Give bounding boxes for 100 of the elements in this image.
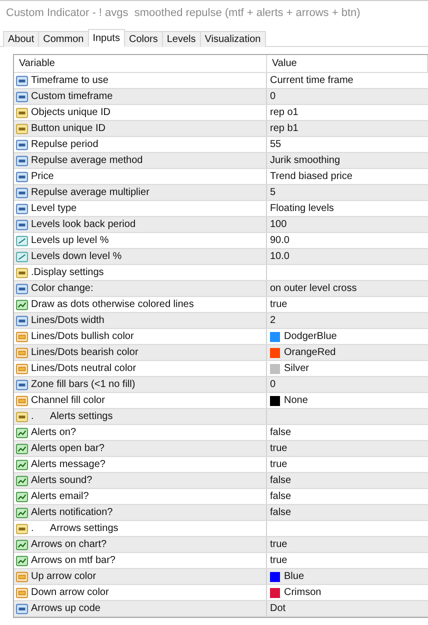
value-text[interactable]: true xyxy=(270,459,288,470)
number-type-icon xyxy=(16,90,28,102)
variable-name: Price xyxy=(31,171,54,182)
value-text[interactable]: Silver xyxy=(284,363,310,374)
variable-name: Timeframe to use xyxy=(31,75,108,86)
variable-name: Alerts on? xyxy=(31,427,76,438)
variable-name: Repulse average multiplier xyxy=(31,187,150,198)
number-type-icon xyxy=(16,138,28,150)
number-type-icon xyxy=(16,314,28,326)
variable-name: Alerts open bar? xyxy=(31,443,104,454)
variable-name: Custom timeframe xyxy=(31,91,113,102)
chart-line-icon xyxy=(16,458,28,470)
variable-name: Objects unique ID xyxy=(31,107,110,118)
palette-icon xyxy=(16,394,28,406)
variable-name: .Display settings xyxy=(31,267,104,278)
chart-line-icon xyxy=(16,426,28,438)
variable-name: Levels up level % xyxy=(31,235,109,246)
fraction-type-icon xyxy=(16,234,28,246)
number-type-icon xyxy=(16,170,28,182)
variable-name: Repulse average method xyxy=(31,155,143,166)
value-text[interactable]: DodgerBlue xyxy=(284,331,337,342)
tab[interactable]: Common xyxy=(38,31,89,47)
variable-name: Color change: xyxy=(31,283,94,294)
number-type-icon xyxy=(16,218,28,230)
value-text[interactable]: rep o1 xyxy=(270,107,298,118)
column-header[interactable]: Value xyxy=(267,55,428,72)
chart-line-icon xyxy=(16,506,28,518)
text-type-icon xyxy=(16,106,28,118)
variable-name: Button unique ID xyxy=(31,123,106,134)
value-text[interactable]: Crimson xyxy=(284,587,322,598)
window-title: Custom Indicator - ! avgs smoothed repulse (mtf + alerts + arrows + btn) xyxy=(0,0,428,25)
value-text[interactable]: OrangeRed xyxy=(284,347,336,358)
variable-name: Levels down level % xyxy=(31,251,122,262)
variable-name: Alerts message? xyxy=(31,459,106,470)
value-text[interactable]: true xyxy=(270,443,288,454)
number-type-icon xyxy=(16,602,28,614)
variable-name: Levels look back period xyxy=(31,219,136,230)
variable-name: Lines/Dots neutral color xyxy=(31,363,136,374)
variable-name: . Alerts settings xyxy=(31,411,113,422)
number-type-icon xyxy=(16,186,28,198)
number-type-icon xyxy=(16,154,28,166)
variable-name: Arrows on chart? xyxy=(31,539,107,550)
value-text[interactable]: 90.0 xyxy=(270,235,290,246)
value-text[interactable]: Trend biased price xyxy=(270,171,352,182)
fraction-type-icon xyxy=(16,250,28,262)
variable-name: Lines/Dots bearish color xyxy=(31,347,138,358)
value-text[interactable]: false xyxy=(270,491,292,502)
variable-name: Lines/Dots width xyxy=(31,315,104,326)
value-text[interactable]: true xyxy=(270,555,288,566)
variable-name: Up arrow color xyxy=(31,571,96,582)
chart-line-icon xyxy=(16,442,28,454)
tab[interactable]: About xyxy=(3,31,40,47)
value-text[interactable]: false xyxy=(270,427,292,438)
variable-name: Draw as dots otherwise colored lines xyxy=(31,299,194,310)
value-text[interactable]: 5 xyxy=(270,187,276,198)
value-text[interactable]: None xyxy=(284,395,308,406)
variable-name: Repulse period xyxy=(31,139,98,150)
tab[interactable]: Levels xyxy=(162,31,201,47)
value-text[interactable]: rep b1 xyxy=(270,123,298,134)
palette-icon xyxy=(16,330,28,342)
value-text[interactable]: Dot xyxy=(270,603,286,614)
value-text[interactable]: 2 xyxy=(270,315,276,326)
variable-name: Channel fill color xyxy=(31,395,105,406)
value-text[interactable]: 10.0 xyxy=(270,251,290,262)
value-text[interactable]: on outer level cross xyxy=(270,283,357,294)
variable-name: Alerts notification? xyxy=(31,507,113,518)
value-text[interactable]: 0 xyxy=(270,91,276,102)
palette-icon xyxy=(16,586,28,598)
column-header[interactable]: Variable xyxy=(14,55,267,72)
variable-name: Down arrow color xyxy=(31,587,109,598)
tab[interactable]: Colors xyxy=(124,31,163,47)
text-type-icon xyxy=(16,522,28,534)
tab[interactable]: Visualization xyxy=(200,31,266,47)
text-type-icon xyxy=(16,122,28,134)
chart-line-icon xyxy=(16,554,28,566)
chart-line-icon xyxy=(16,474,28,486)
variable-name: Alerts sound? xyxy=(31,475,92,486)
value-text[interactable]: true xyxy=(270,299,288,310)
number-type-icon xyxy=(16,202,28,214)
value-text[interactable]: true xyxy=(270,539,288,550)
value-text[interactable]: Blue xyxy=(284,571,304,582)
value-text[interactable]: 55 xyxy=(270,139,282,150)
value-text[interactable]: Floating levels xyxy=(270,203,334,214)
number-type-icon xyxy=(16,74,28,86)
chart-line-icon xyxy=(16,298,28,310)
variable-name: Lines/Dots bullish color xyxy=(31,331,134,342)
variable-name: Arrows up code xyxy=(31,603,100,614)
text-type-icon xyxy=(16,410,28,422)
variable-name: Zone fill bars (<1 no fill) xyxy=(31,379,136,390)
palette-icon xyxy=(16,346,28,358)
number-type-icon xyxy=(16,282,28,294)
chart-line-icon xyxy=(16,538,28,550)
value-text[interactable]: Jurik smoothing xyxy=(270,155,340,166)
value-text[interactable]: Current time frame xyxy=(270,75,354,86)
tab[interactable]: Inputs xyxy=(88,29,125,47)
value-text[interactable]: false xyxy=(270,475,292,486)
value-text[interactable]: 100 xyxy=(270,219,287,230)
value-text[interactable]: 0 xyxy=(270,379,276,390)
palette-icon xyxy=(16,570,28,582)
value-text[interactable]: false xyxy=(270,507,292,518)
